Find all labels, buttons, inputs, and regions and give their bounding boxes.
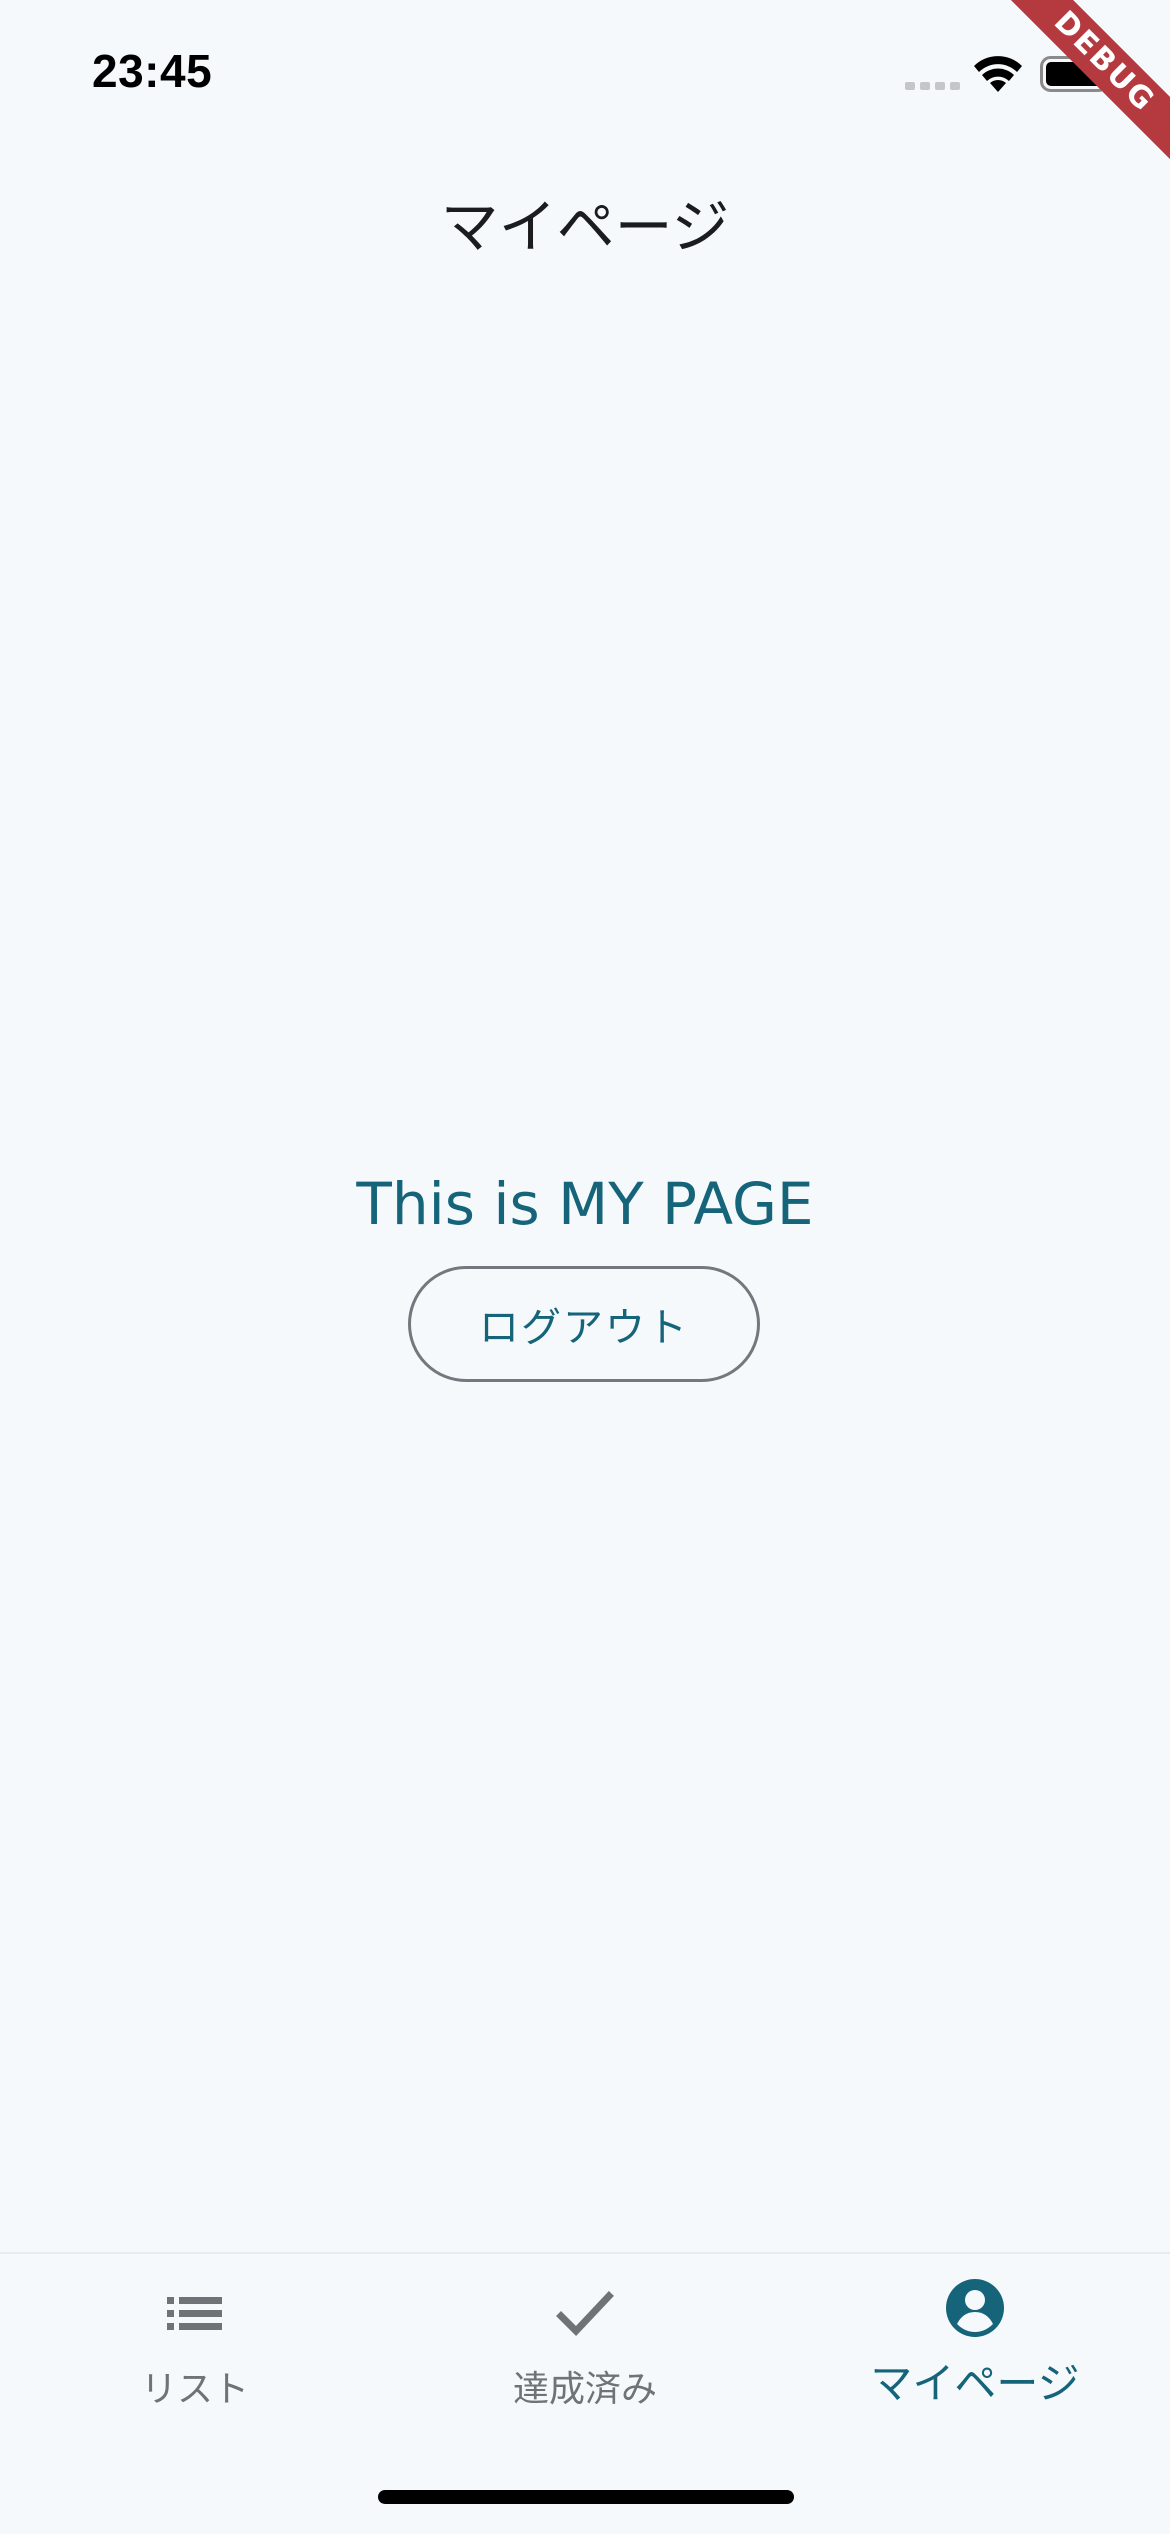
- home-indicator[interactable]: [378, 2490, 794, 2504]
- signal-icon: [905, 82, 960, 90]
- status-bar: 23:45: [0, 0, 1170, 140]
- nav-item-mypage-label: マイページ: [870, 2359, 1080, 2408]
- list-icon: [167, 2297, 222, 2330]
- wifi-icon: [974, 56, 1022, 92]
- page-title: マイページ: [440, 193, 730, 261]
- nav-item-completed-label: 達成済み: [512, 2369, 657, 2410]
- page-message: This is MY PAGE: [356, 1170, 814, 1238]
- account-circle-icon: [946, 2279, 1004, 2337]
- nav-item-mypage[interactable]: マイページ: [780, 2254, 1170, 2424]
- status-time: 23:45: [92, 45, 213, 97]
- nav-item-list-label: リスト: [140, 2369, 249, 2410]
- logout-button[interactable]: ログアウト: [408, 1266, 760, 1382]
- nav-item-list[interactable]: リスト: [0, 2254, 390, 2424]
- check-icon: [556, 2291, 614, 2337]
- nav-item-completed[interactable]: 達成済み: [390, 2254, 780, 2424]
- battery-icon: [1040, 56, 1115, 92]
